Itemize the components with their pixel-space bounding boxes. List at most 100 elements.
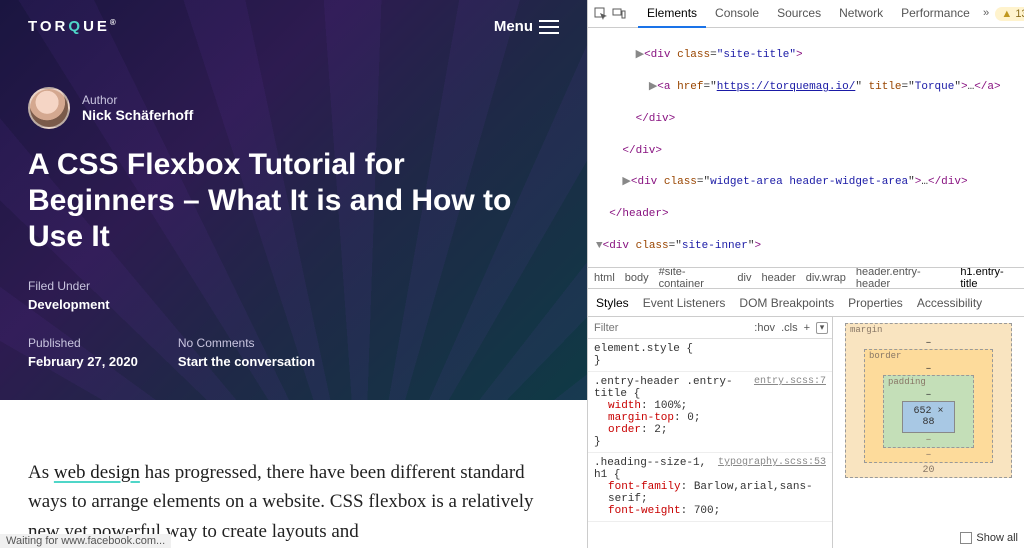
- browser-status-bar: Waiting for www.facebook.com...: [0, 534, 171, 548]
- dom-tree[interactable]: ▶<div class="site-title"> ▶<a href="http…: [588, 28, 1024, 267]
- webpage-viewport: TORQUE® Menu Author Nick Schäferhoff A C…: [0, 0, 587, 548]
- article-body: As web design has progressed, there have…: [0, 400, 587, 546]
- tab-network[interactable]: Network: [830, 0, 892, 28]
- comments-label: No Comments: [178, 336, 315, 350]
- breadcrumb-item[interactable]: html: [594, 272, 615, 284]
- hov-button[interactable]: :hov: [754, 322, 775, 334]
- bm-dash: –: [925, 364, 931, 375]
- tab-accessibility[interactable]: Accessibility: [917, 296, 982, 310]
- article-text: As: [28, 462, 54, 483]
- css-rule[interactable]: entry.scss:7 .entry-header .entry-title …: [588, 372, 832, 453]
- published-value: February 27, 2020: [28, 354, 138, 369]
- bm-margin-bottom: 20: [922, 465, 934, 476]
- tab-styles[interactable]: Styles: [596, 296, 629, 310]
- filed-under-label: Filed Under: [28, 279, 110, 293]
- css-prop: margin-top: [608, 412, 674, 424]
- toolbar-right: » ▲13 ⋮ ✕: [983, 7, 1024, 21]
- dom-class: widget-area header-widget-area: [710, 176, 908, 188]
- styles-rules: :hov .cls + ▾ element.style { } entry.sc…: [588, 317, 833, 548]
- bm-dash: –: [925, 338, 931, 349]
- rule-close: }: [594, 355, 826, 367]
- bm-dash: –: [925, 435, 931, 446]
- logo-text: UE: [83, 18, 110, 35]
- css-prop: width: [608, 400, 641, 412]
- breadcrumb-item[interactable]: header.entry-header: [856, 267, 950, 289]
- box-model[interactable]: margin– border– padding– 652 × 88 – – 20: [845, 323, 1012, 478]
- breadcrumb-item[interactable]: header: [761, 272, 795, 284]
- dom-title: Torque: [915, 81, 955, 93]
- hamburger-icon: [539, 26, 559, 28]
- dom-class: site-inner: [682, 240, 748, 252]
- cls-button[interactable]: .cls: [781, 322, 798, 334]
- site-logo[interactable]: TORQUE®: [28, 18, 119, 35]
- css-prop: font-weight: [608, 505, 681, 517]
- avatar: [28, 87, 70, 129]
- warnings-badge[interactable]: ▲13: [995, 7, 1024, 21]
- dom-href[interactable]: https://torquemag.io/: [717, 81, 856, 93]
- rule-selector: element.style {: [594, 343, 693, 355]
- inspect-icon[interactable]: [594, 6, 608, 22]
- rule-source[interactable]: typography.scss:53: [718, 457, 826, 468]
- tab-console[interactable]: Console: [706, 0, 768, 28]
- rule-selector: .heading--size-1, h1 {: [594, 457, 706, 481]
- logo-accent: Q: [68, 18, 83, 35]
- tab-event-listeners[interactable]: Event Listeners: [643, 296, 726, 310]
- tab-properties[interactable]: Properties: [848, 296, 903, 310]
- rule-selector: .entry-header .entry-title {: [594, 376, 733, 400]
- show-all-label: Show all: [976, 532, 1018, 544]
- meta-row-2: Published February 27, 2020 No Comments …: [28, 336, 559, 369]
- show-all-checkbox[interactable]: Show all: [960, 532, 1018, 544]
- tab-sources[interactable]: Sources: [768, 0, 830, 28]
- checkbox-icon[interactable]: [960, 532, 972, 544]
- page-title: A CSS Flexbox Tutorial for Beginners – W…: [28, 147, 548, 255]
- meta-row-1: Filed Under Development: [28, 279, 559, 312]
- breadcrumb-item[interactable]: div: [737, 272, 751, 284]
- bm-dash: –: [925, 450, 931, 461]
- css-val: 100%;: [654, 400, 687, 412]
- styles-filter-row: :hov .cls + ▾: [588, 317, 832, 339]
- bm-content: 652 × 88: [902, 401, 955, 433]
- tab-performance[interactable]: Performance: [892, 0, 979, 28]
- web-design-link[interactable]: web design: [54, 462, 140, 483]
- breadcrumb-item[interactable]: #site-container: [659, 267, 728, 289]
- css-rule[interactable]: typography.scss:53 .heading--size-1, h1 …: [588, 453, 832, 522]
- published-label: Published: [28, 336, 138, 350]
- css-val: 2;: [654, 424, 667, 436]
- dom-breadcrumb[interactable]: html body #site-container div header div…: [588, 267, 1024, 289]
- rule-source[interactable]: entry.scss:7: [754, 376, 826, 387]
- more-icon[interactable]: ▾: [816, 322, 828, 334]
- css-rule[interactable]: element.style { }: [588, 339, 832, 372]
- new-rule-button[interactable]: +: [804, 322, 810, 334]
- rule-close: }: [594, 436, 826, 448]
- styles-filter-input[interactable]: [588, 322, 750, 334]
- breadcrumb-selected[interactable]: h1.entry-title: [960, 267, 1018, 289]
- bm-dash: –: [925, 390, 931, 401]
- menu-label: Menu: [494, 18, 533, 35]
- filed-under-value[interactable]: Development: [28, 297, 110, 312]
- styles-tabs: Styles Event Listeners DOM Breakpoints P…: [588, 289, 1024, 317]
- author-name[interactable]: Nick Schäferhoff: [82, 107, 193, 123]
- devtools-toolbar: Elements Console Sources Network Perform…: [588, 0, 1024, 28]
- devtools-tabs: Elements Console Sources Network Perform…: [638, 0, 979, 28]
- device-icon[interactable]: [612, 6, 626, 22]
- hero-header: TORQUE® Menu Author Nick Schäferhoff A C…: [0, 0, 587, 400]
- warnings-count: 13: [1015, 8, 1024, 20]
- top-bar: TORQUE® Menu: [28, 18, 559, 35]
- tab-dom-breakpoints[interactable]: DOM Breakpoints: [739, 296, 834, 310]
- logo-text: TOR: [28, 18, 68, 35]
- bm-border-label: border: [869, 351, 901, 361]
- menu-button[interactable]: Menu: [494, 18, 559, 35]
- styles-body: :hov .cls + ▾ element.style { } entry.sc…: [588, 317, 1024, 548]
- author-label: Author: [82, 93, 193, 107]
- more-tabs-icon[interactable]: »: [983, 8, 990, 20]
- css-prop: order: [608, 424, 641, 436]
- comments-link[interactable]: Start the conversation: [178, 354, 315, 369]
- breadcrumb-item[interactable]: div.wrap: [806, 272, 846, 284]
- breadcrumb-item[interactable]: body: [625, 272, 649, 284]
- css-prop: font-family: [608, 481, 681, 493]
- bm-padding-label: padding: [888, 377, 926, 387]
- tab-elements[interactable]: Elements: [638, 0, 706, 28]
- css-val: 700;: [694, 505, 720, 517]
- author-block: Author Nick Schäferhoff: [28, 87, 559, 129]
- devtools-panel: Elements Console Sources Network Perform…: [587, 0, 1024, 548]
